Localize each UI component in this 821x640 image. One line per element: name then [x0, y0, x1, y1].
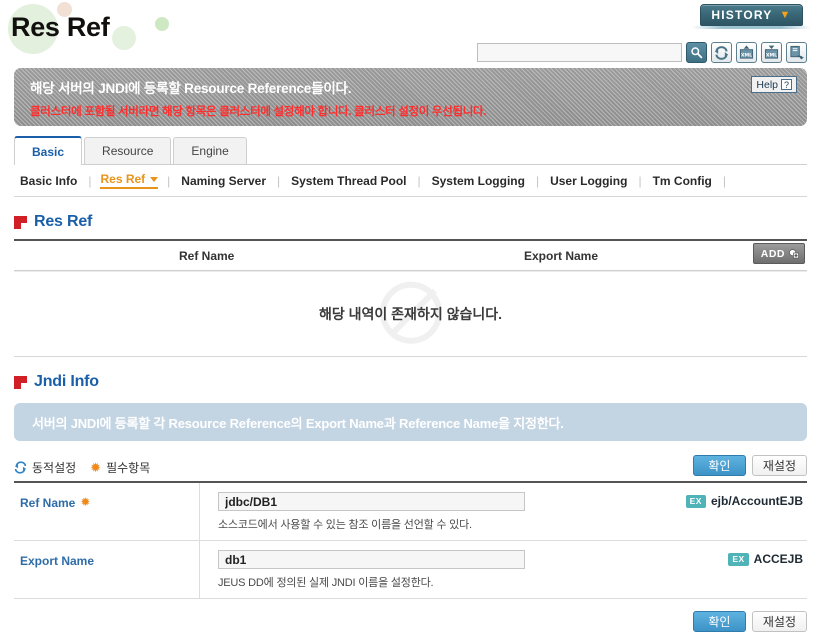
top-action-buttons: 확인 재설정: [692, 455, 807, 476]
submenu-item-system-logging[interactable]: System Logging: [430, 174, 527, 188]
tab-resource[interactable]: Resource: [84, 137, 172, 164]
confirm-button-bottom[interactable]: 확인: [692, 611, 746, 632]
asterisk-icon: ✹: [90, 459, 102, 475]
help-button[interactable]: Help ?: [751, 76, 797, 93]
history-underline: [692, 26, 811, 29]
history-button[interactable]: HISTORY ▼: [700, 4, 803, 26]
submenu-separator: |: [535, 173, 540, 188]
add-button[interactable]: ADD: [752, 243, 805, 264]
tab-basic-label: Basic: [32, 144, 65, 159]
example-badge-icon: EX: [685, 494, 706, 508]
jndi-info-form: Ref Name ✹ 소스코드에서 사용할 수 있는 참조 이름을 선언할 수 …: [14, 483, 807, 599]
reset-button-bottom[interactable]: 재설정: [751, 611, 807, 632]
field-label-ref-name: Ref Name ✹: [14, 483, 200, 540]
field-help-ref-name: 소스코드에서 사용할 수 있는 참조 이름을 선언할 수 있다.: [218, 519, 472, 531]
reset-button-top[interactable]: 재설정: [751, 455, 807, 476]
confirm-button-top[interactable]: 확인: [692, 455, 746, 476]
res-ref-section-header: Res Ref: [14, 213, 807, 231]
search-toolbar: XML XML: [477, 42, 807, 63]
chevron-down-icon: [150, 176, 159, 182]
submenu-item-naming-server[interactable]: Naming Server: [179, 174, 268, 188]
banner-primary-text: 해당 서버의 JNDI에 등록할 Resource Reference들이다.: [30, 81, 352, 96]
column-header-export-name: Export Name: [524, 248, 599, 263]
backup-icon[interactable]: [786, 42, 807, 63]
column-header-ref-name: Ref Name: [179, 248, 235, 263]
search-icon[interactable]: [686, 42, 707, 63]
example-value-ref-name: ejb/AccountEJB: [710, 494, 803, 508]
submenu-item-basic-info[interactable]: Basic Info: [18, 174, 79, 188]
submenu-separator: |: [638, 173, 642, 188]
field-example-export-name: EX ACCEJB: [728, 552, 803, 566]
chevron-down-icon: ▼: [779, 8, 792, 21]
logo-area: Res Ref: [0, 0, 300, 68]
table-header-row: Ref Name Export Name ADD: [14, 241, 807, 271]
jndi-info-description: 서버의 JNDI에 등록할 각 Resource Reference의 Expo…: [14, 403, 807, 441]
jndi-info-section-title: Jndi Info: [34, 373, 99, 390]
submenu-separator: |: [277, 173, 281, 188]
res-ref-table: Ref Name Export Name ADD 해당 내역이 존재하지 않습니…: [14, 239, 807, 357]
decorative-circle-small-green: [155, 17, 169, 31]
submenu-separator: |: [88, 173, 92, 188]
submenu-item-tm-config[interactable]: Tm Config: [651, 174, 714, 188]
svg-text:XML: XML: [741, 52, 752, 58]
svg-text:XML: XML: [766, 52, 777, 58]
submenu-separator: |: [417, 173, 421, 188]
submenu-item-user-logging[interactable]: User Logging: [548, 174, 629, 188]
tab-resource-label: Resource: [102, 144, 154, 158]
field-example-ref-name: EX ejb/AccountEJB: [685, 494, 803, 508]
tab-engine[interactable]: Engine: [173, 137, 247, 164]
history-button-label: HISTORY: [711, 8, 773, 22]
submenu-item-res-ref-label: Res Ref: [100, 172, 146, 186]
ref-name-input[interactable]: [218, 492, 525, 511]
export-name-input[interactable]: [218, 550, 525, 569]
legend-and-actions-row: 동적설정 ✹ 필수항목 확인 재설정: [14, 453, 807, 483]
field-help-export-name: JEUS DD에 정의된 실제 JNDI 이름을 설정한다.: [218, 577, 434, 589]
field-label-export-name-text: Export Name: [20, 554, 95, 568]
xml-import-icon[interactable]: XML: [761, 42, 782, 63]
legend-dynamic-setting-label: 동적설정: [32, 460, 77, 475]
field-label-export-name: Export Name: [14, 541, 200, 598]
page-title: Res Ref: [11, 12, 110, 42]
help-button-label: Help: [756, 78, 778, 91]
tab-basic[interactable]: Basic: [14, 136, 83, 165]
res-ref-section-title: Res Ref: [34, 213, 93, 230]
tab-engine-label: Engine: [191, 144, 229, 158]
legend-required-field: ✹ 필수항목: [90, 459, 150, 476]
banner-warning-text: 클러스터에 포함될 서버라면 해당 항목은 클러스터에 설정해야 합니다. 클러…: [30, 106, 487, 118]
question-mark-icon: ?: [781, 79, 792, 90]
empty-state: 해당 내역이 존재하지 않습니다.: [14, 271, 807, 357]
submenu-item-system-thread-pool[interactable]: System Thread Pool: [289, 174, 408, 188]
legend-dynamic-setting: 동적설정: [14, 459, 76, 476]
asterisk-icon: ✹: [80, 495, 91, 509]
section-marker-icon: [14, 375, 27, 389]
description-banner: 해당 서버의 JNDI에 등록할 Resource Reference들이다. …: [14, 68, 807, 126]
xml-export-icon[interactable]: XML: [736, 42, 757, 63]
form-row-ref-name: Ref Name ✹ 소스코드에서 사용할 수 있는 참조 이름을 선언할 수 …: [14, 483, 807, 541]
submenu-item-res-ref[interactable]: Res Ref: [100, 172, 159, 189]
refresh-small-icon: [14, 460, 27, 474]
app-page: Res Ref HISTORY ▼ XML XML 해당 서버의 JNDI에 등…: [0, 0, 821, 640]
example-value-export-name: ACCEJB: [753, 552, 803, 566]
submenu-bar: Basic Info | Res Ref | Naming Server | S…: [14, 165, 807, 197]
submenu-separator: |: [167, 173, 171, 188]
tab-bar: Basic Resource Engine: [14, 136, 807, 165]
plus-gear-icon: [789, 249, 799, 259]
jndi-info-section-header: Jndi Info: [14, 373, 807, 391]
form-row-export-name: Export Name JEUS DD에 정의된 실제 JNDI 이름을 설정한…: [14, 541, 807, 599]
submenu-separator: |: [722, 173, 727, 188]
field-label-ref-name-text: Ref Name: [20, 496, 76, 510]
empty-state-message: 해당 내역이 존재하지 않습니다.: [319, 306, 502, 322]
example-badge-icon: EX: [728, 552, 749, 566]
field-body-ref-name: 소스코드에서 사용할 수 있는 참조 이름을 선언할 수 있다.: [200, 483, 807, 540]
search-input[interactable]: [477, 43, 682, 62]
top-bar: Res Ref HISTORY ▼ XML XML: [0, 0, 821, 68]
field-body-export-name: JEUS DD에 정의된 실제 JNDI 이름을 설정한다.: [200, 541, 807, 598]
add-button-label: ADD: [760, 247, 785, 260]
decorative-circle-green: [112, 26, 136, 50]
refresh-icon[interactable]: [711, 42, 732, 63]
legend-required-field-label: 필수항목: [106, 460, 151, 475]
section-marker-icon: [14, 215, 27, 229]
bottom-action-buttons: 확인 재설정: [14, 611, 807, 632]
